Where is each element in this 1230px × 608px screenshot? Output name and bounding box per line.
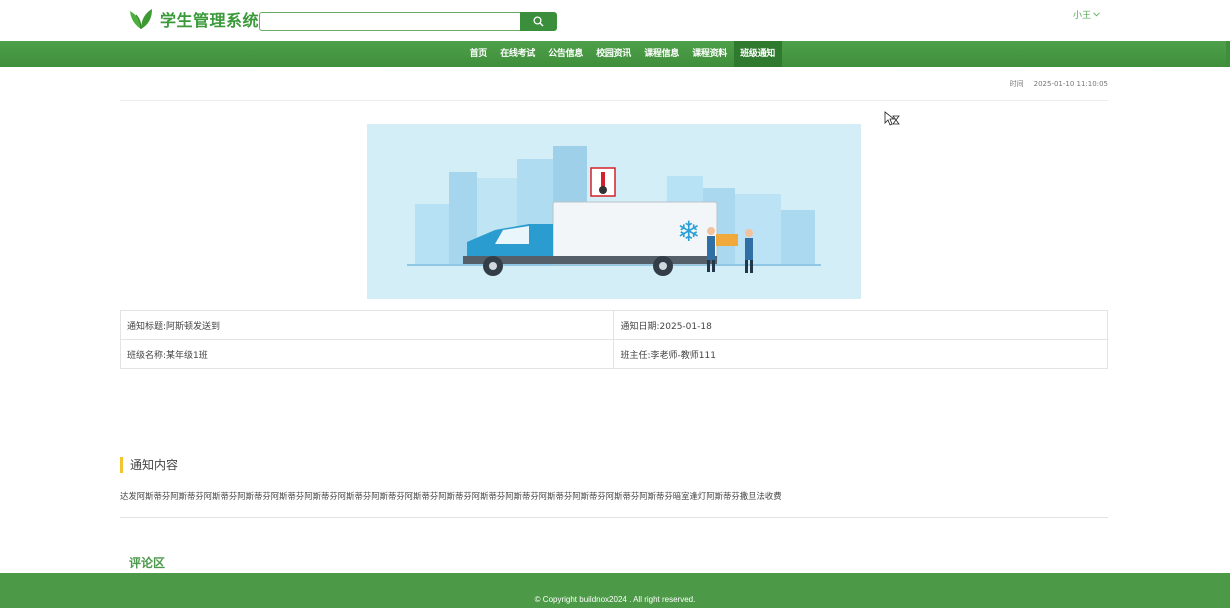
svg-text:❄: ❄: [677, 215, 700, 248]
search-button[interactable]: [520, 12, 557, 31]
time-value: 2025-01-10 11:10:05: [1033, 80, 1108, 88]
notice-banner-image: ❄: [367, 124, 861, 299]
table-row: 通知标题:阿斯顿发送到 通知日期:2025-01-18: [119, 310, 1108, 340]
logo[interactable]: 学生管理系统: [128, 6, 259, 32]
user-menu[interactable]: 小王: [1073, 8, 1100, 21]
search-input[interactable]: [259, 12, 521, 31]
head-teacher-cell: 班主任:李老师-教师111: [613, 339, 1108, 369]
notice-info-table: 通知标题:阿斯顿发送到 通知日期:2025-01-18 班级名称:某年级1班 班…: [119, 310, 1108, 369]
divider: [120, 517, 1108, 518]
time-row: 时间 2025-01-10 11:10:05: [120, 79, 1108, 101]
scrollbar-edge: [1226, 41, 1230, 67]
cursor-icon: [884, 111, 900, 131]
nav-item-announcements[interactable]: 公告信息: [542, 41, 590, 67]
table-row: 班级名称:某年级1班 班主任:李老师-教师111: [119, 339, 1108, 369]
content-heading: 通知内容: [120, 457, 178, 473]
nav-item-course-materials[interactable]: 课程资料: [686, 41, 734, 67]
top-header: 学生管理系统 小王: [0, 0, 1230, 41]
search-icon: [533, 16, 544, 27]
user-name: 小王: [1073, 11, 1092, 21]
time-label: 时间: [1009, 80, 1024, 88]
nav-items: 首页 在线考试 公告信息 校园资讯 课程信息 课程资料 班级通知: [463, 41, 782, 67]
leaf-icon: [130, 9, 152, 30]
class-name-cell: 班级名称:某年级1班: [119, 339, 615, 369]
app-title: 学生管理系统: [160, 11, 260, 30]
nav-item-class-notices[interactable]: 班级通知: [733, 41, 782, 67]
nav-item-online-exam[interactable]: 在线考试: [494, 41, 542, 67]
footer: © Copyright buildnox2024 . All right res…: [0, 573, 1230, 608]
nav-item-course-info[interactable]: 课程信息: [638, 41, 686, 67]
comments-heading: 评论区: [129, 556, 166, 570]
nav-item-home[interactable]: 首页: [463, 41, 494, 67]
notice-content-body: 达发阿斯蒂芬阿斯蒂芬阿斯蒂芬阿斯蒂芬阿斯蒂芬阿斯蒂芬阿斯蒂芬阿斯蒂芬阿斯蒂芬阿斯…: [120, 491, 782, 501]
copyright-text: © Copyright buildnox2024 . All right res…: [534, 595, 696, 604]
delivery-truck-illustration: ❄: [407, 146, 821, 276]
notice-title-cell: 通知标题:阿斯顿发送到: [119, 310, 615, 340]
chevron-down-icon: [1093, 12, 1100, 17]
notice-date-cell: 通知日期:2025-01-18: [613, 310, 1108, 340]
nav-item-campus-news[interactable]: 校园资讯: [590, 41, 638, 67]
main-nav: 首页 在线考试 公告信息 校园资讯 课程信息 课程资料 班级通知: [0, 41, 1230, 67]
